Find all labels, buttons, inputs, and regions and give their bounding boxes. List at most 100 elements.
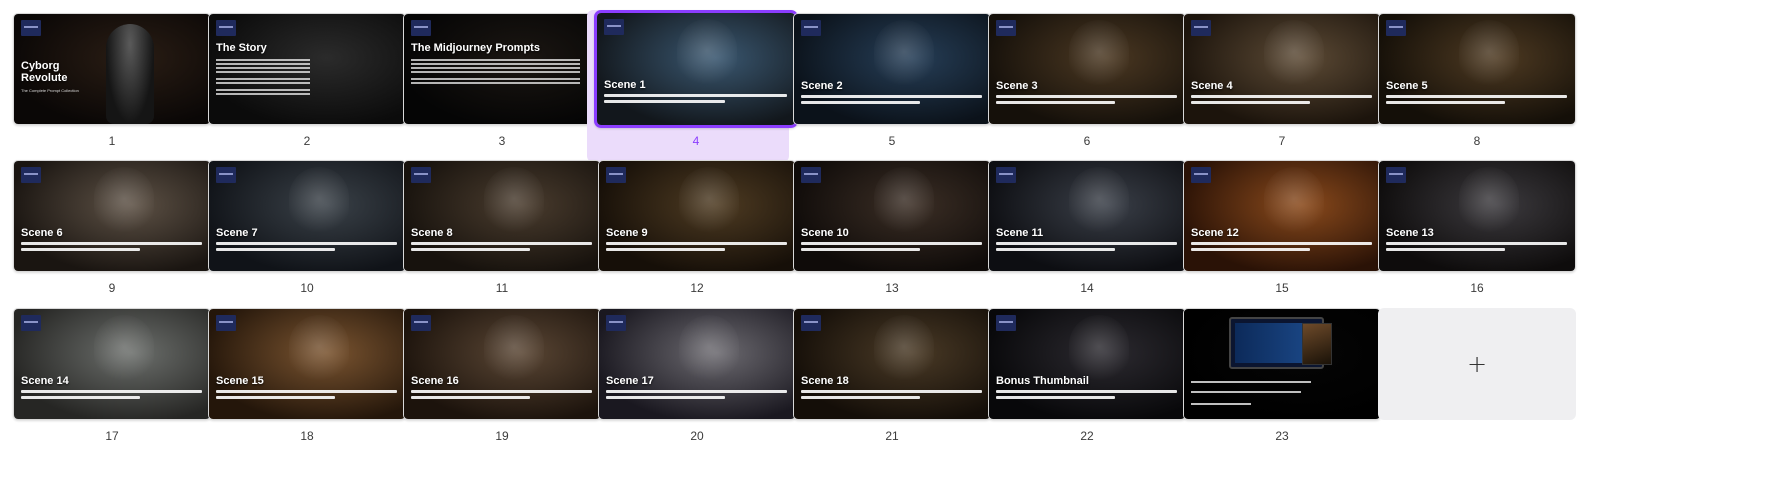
slide-preview[interactable]: Scene 16 — [403, 308, 601, 420]
channel-logo-badge — [801, 167, 821, 183]
slide-preview[interactable]: Scene 13 — [1378, 160, 1576, 272]
channel-logo-badge — [996, 315, 1016, 331]
slide-preview[interactable]: Scene 5 — [1378, 13, 1576, 125]
slide-preview[interactable]: Scene 12 — [1183, 160, 1381, 272]
slide-thumbnail-7[interactable]: Scene 4 7 — [1173, 10, 1381, 162]
slide-thumbnail-18[interactable]: Scene 15 18 — [198, 305, 406, 457]
prompt-text-line — [21, 248, 140, 251]
slide-preview[interactable]: Scene 1 — [594, 10, 798, 128]
scene-subject — [1264, 167, 1324, 237]
slide-preview[interactable]: Scene 10 — [793, 160, 991, 272]
slide-thumbnail-6[interactable]: Scene 3 6 — [978, 10, 1186, 162]
slide-thumbnail-1[interactable]: Cyborg Revolute The Complete Prompt Colle… — [3, 10, 211, 162]
slide-thumbnail-8[interactable]: Scene 5 8 — [1368, 10, 1576, 162]
slide-preview[interactable]: Scene 2 — [793, 13, 991, 125]
slide-preview[interactable]: The Midjourney Prompts — [403, 13, 601, 125]
body-text-line — [216, 63, 310, 65]
prompt-text-line — [21, 396, 140, 399]
prompt-text-line — [996, 95, 1177, 98]
slide-number: 21 — [885, 429, 899, 443]
scene-subject — [94, 315, 154, 385]
add-slide-button[interactable]: + — [1378, 308, 1576, 420]
slide-thumbnail-11[interactable]: Scene 8 11 — [393, 157, 601, 309]
prompt-text-line — [1386, 248, 1505, 251]
slide-preview[interactable]: The Story — [208, 13, 406, 125]
add-slide-cell: + — [1368, 305, 1576, 457]
slide-number: 9 — [108, 281, 116, 295]
slide-number: 3 — [498, 134, 506, 148]
slide-thumbnail-2[interactable]: The Story 2 — [198, 10, 406, 162]
prompt-text-line — [21, 242, 202, 245]
slide-preview[interactable]: Scene 15 — [208, 308, 406, 420]
channel-logo-badge — [411, 20, 431, 36]
slide-background — [209, 14, 405, 124]
slide-title: Scene 13 — [1386, 227, 1434, 239]
slide-preview[interactable]: Scene 6 — [13, 160, 211, 272]
slide-thumbnail-23[interactable]: 23 — [1173, 305, 1381, 457]
slide-thumbnail-13[interactable]: Scene 10 13 — [783, 157, 991, 309]
slide-thumbnail-12[interactable]: Scene 9 12 — [588, 157, 796, 309]
slide-subtitle: The Complete Prompt Collection — [21, 88, 79, 93]
slide-preview[interactable]: Scene 18 — [793, 308, 991, 420]
body-text-line — [411, 63, 580, 65]
body-text-line — [411, 82, 580, 84]
slide-number: 10 — [300, 281, 314, 295]
slide-title: Scene 18 — [801, 375, 849, 387]
slide-preview[interactable]: Scene 7 — [208, 160, 406, 272]
slide-number: 22 — [1080, 429, 1094, 443]
scene-subject — [1264, 20, 1324, 90]
slide-preview[interactable]: Scene 17 — [598, 308, 796, 420]
slide-thumbnail-3[interactable]: The Midjourney Prompts 3 — [393, 10, 601, 162]
slide-preview[interactable]: Scene 11 — [988, 160, 1186, 272]
slide-thumbnail-4[interactable]: Scene 1 4 — [587, 10, 798, 162]
slide-thumbnail-21[interactable]: Scene 18 21 — [783, 305, 991, 457]
outro-text-line — [1191, 403, 1251, 405]
scene-subject — [1459, 167, 1519, 237]
slide-thumbnail-5[interactable]: Scene 2 5 — [783, 10, 991, 162]
slide-preview[interactable]: Scene 4 — [1183, 13, 1381, 125]
slide-title: Scene 12 — [1191, 227, 1239, 239]
slide-thumbnail-16[interactable]: Scene 13 16 — [1368, 157, 1576, 309]
channel-logo-badge — [1386, 167, 1406, 183]
slide-preview[interactable]: Cyborg Revolute The Complete Prompt Colle… — [13, 13, 211, 125]
prompt-text-line — [411, 396, 530, 399]
slide-thumbnail-20[interactable]: Scene 17 20 — [588, 305, 796, 457]
slide-preview[interactable]: Scene 9 — [598, 160, 796, 272]
scene-subject — [874, 20, 934, 90]
slide-preview[interactable]: Scene 14 — [13, 308, 211, 420]
slide-thumbnail-19[interactable]: Scene 16 19 — [393, 305, 601, 457]
slide-preview[interactable]: Bonus Thumbnail — [988, 308, 1186, 420]
slide-thumbnail-10[interactable]: Scene 7 10 — [198, 157, 406, 309]
slide-title: Scene 15 — [216, 375, 264, 387]
outro-text-line — [1191, 391, 1301, 393]
slide-thumbnail-17[interactable]: Scene 14 17 — [3, 305, 211, 457]
slide-preview[interactable]: Scene 3 — [988, 13, 1186, 125]
channel-logo-badge — [216, 167, 236, 183]
prompt-text-line — [604, 100, 725, 103]
slide-number: 13 — [885, 281, 899, 295]
body-text-line — [216, 78, 310, 80]
channel-logo-badge — [1386, 20, 1406, 36]
slide-title: Scene 8 — [411, 227, 453, 239]
slide-thumbnail-9[interactable]: Scene 6 9 — [3, 157, 211, 309]
slide-number: 12 — [690, 281, 704, 295]
scene-subject — [679, 315, 739, 385]
slide-title: Scene 4 — [1191, 80, 1233, 92]
prompt-text-line — [606, 396, 725, 399]
slide-thumbnail-15[interactable]: Scene 12 15 — [1173, 157, 1381, 309]
prompt-text-line — [801, 390, 982, 393]
slide-thumbnail-22[interactable]: Bonus Thumbnail 22 — [978, 305, 1186, 457]
prompt-text-line — [801, 242, 982, 245]
slide-thumbnail-14[interactable]: Scene 11 14 — [978, 157, 1186, 309]
slide-preview[interactable] — [1183, 308, 1381, 420]
scene-subject — [289, 167, 349, 237]
prompt-text-line — [21, 390, 202, 393]
slide-title: Scene 6 — [21, 227, 63, 239]
prompt-text-line — [1386, 242, 1567, 245]
slide-preview[interactable]: Scene 8 — [403, 160, 601, 272]
channel-logo-badge — [606, 315, 626, 331]
prompt-text-line — [411, 242, 592, 245]
channel-logo-badge — [21, 315, 41, 331]
prompt-text-line — [606, 242, 787, 245]
prompt-text-line — [1386, 101, 1505, 104]
